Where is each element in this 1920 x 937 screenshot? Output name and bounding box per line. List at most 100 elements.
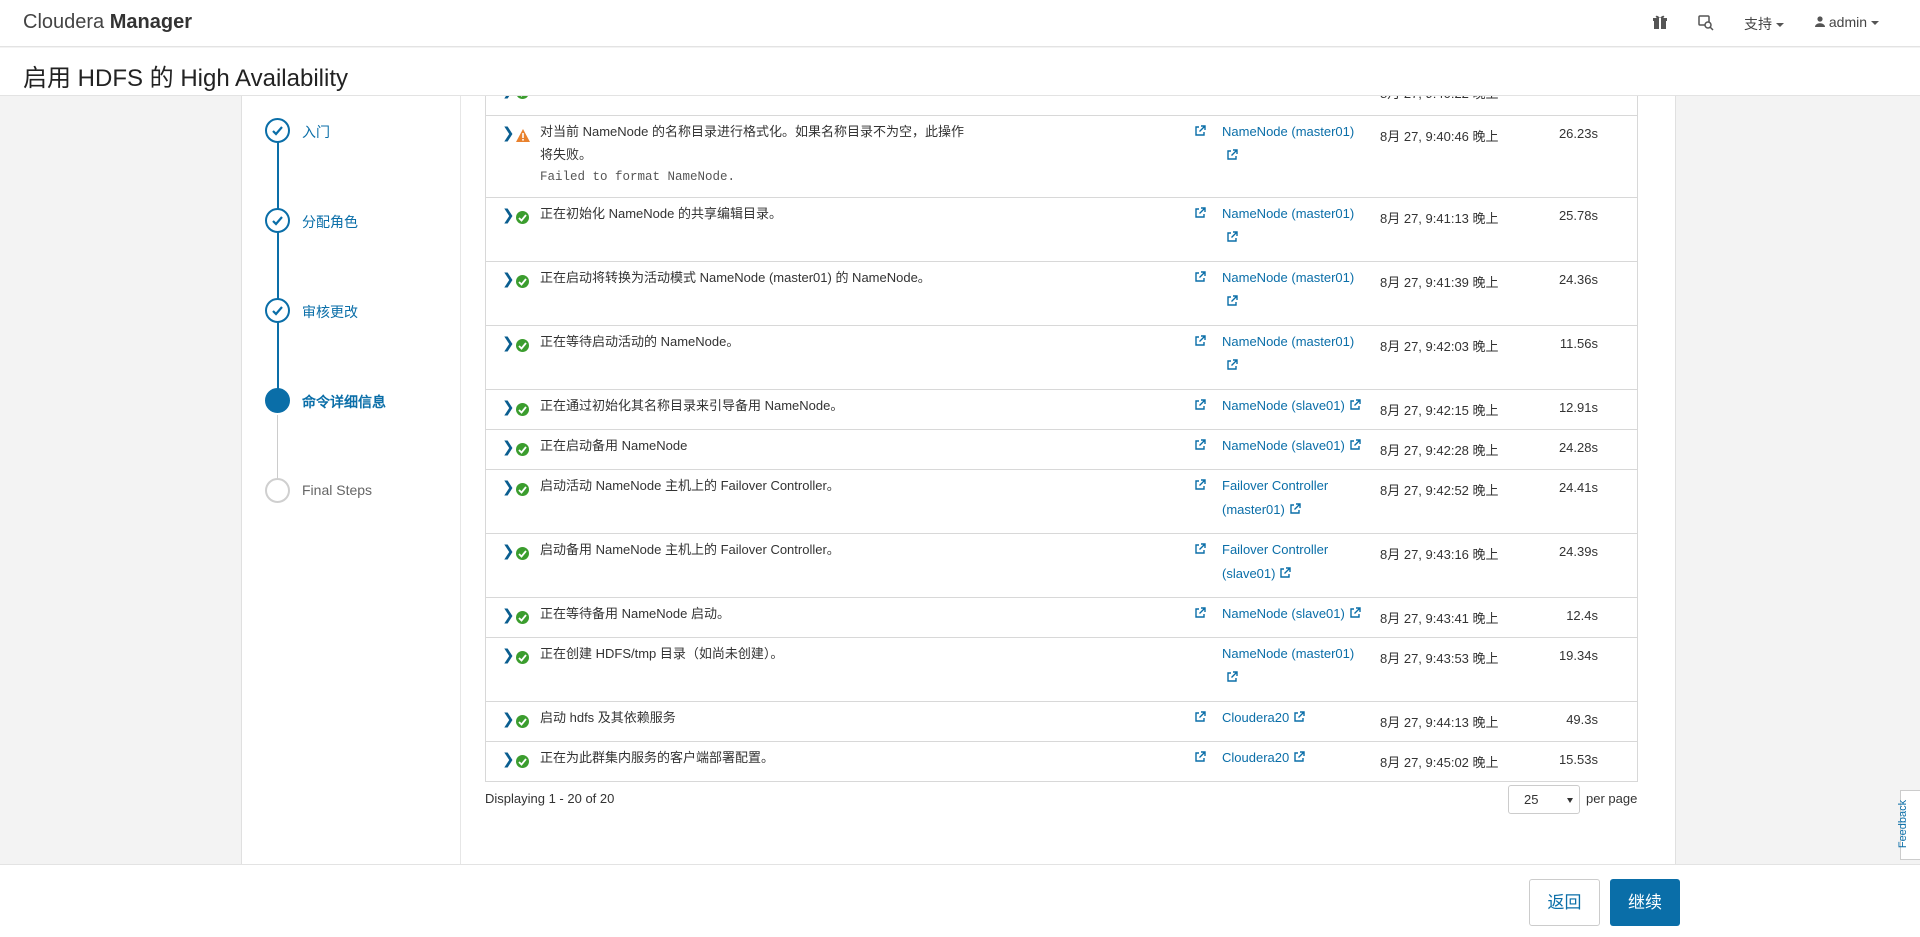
external-link-icon[interactable] [1194,543,1208,557]
command-start-time: 8月 27, 9:42:28 晚上 [1380,443,1499,458]
role-link-text: NameNode (slave01) [1222,438,1345,453]
external-link-icon[interactable] [1226,291,1239,306]
brand-logo[interactable]: Cloudera Manager [23,11,192,34]
step-label: 审核更改 [302,304,358,320]
command-description-text: 正在等待备用 NameNode 启动。 [540,606,730,621]
expand-chevron-icon[interactable]: ❯ [502,206,515,224]
external-link-icon[interactable] [1349,603,1362,618]
role-link[interactable]: Cloudera20 [1222,746,1367,770]
role-link[interactable]: NameNode (master01) [1222,330,1367,378]
role-link[interactable]: Failover Controller (master01) [1222,474,1367,522]
expand-chevron-icon[interactable]: ❯ [502,606,515,624]
command-start-time: 8月 27, 9:42:03 晚上 [1380,339,1499,354]
external-link-icon[interactable] [1194,207,1208,221]
per-page-select[interactable]: 25 [1508,785,1580,814]
back-button[interactable]: 返回 [1529,879,1600,926]
active-step-icon [265,388,290,413]
role-link[interactable]: Cloudera20 [1222,706,1367,730]
command-start-time: 8月 27, 9:42:15 晚上 [1380,403,1499,418]
command-row: ❯ 正在为此群集内服务的客户端部署配置。 Cloudera20 8月 27, 9:45… [486,741,1637,781]
command-duration: 11.56s [1559,336,1598,351]
expand-chevron-icon[interactable]: ❯ [502,646,515,664]
command-description: 正在启动 JournalNode [540,96,970,100]
command-row: ❯ 正在初始化 NameNode 的共享编辑目录。 NameNode (master… [486,197,1637,261]
command-description-text: 正在启动备用 NameNode [540,438,688,453]
role-link-text: NameNode (slave01) [1222,606,1345,621]
command-description: 正在通过初始化其名称目录来引导备用 NameNode。 [540,394,970,417]
external-link-icon[interactable] [1194,607,1208,621]
external-link-icon[interactable] [1289,499,1302,514]
success-check-icon [516,275,529,288]
external-link-icon[interactable] [1349,395,1362,410]
continue-button[interactable]: 继续 [1610,879,1680,926]
success-check-icon [516,403,529,416]
external-link-icon[interactable] [1226,355,1239,370]
command-duration: 15.53s [1558,752,1598,767]
expand-chevron-icon[interactable]: ❯ [502,750,515,768]
role-link[interactable]: NameNode (slave01) [1222,602,1367,626]
external-link-icon[interactable] [1293,747,1306,762]
search-history-icon[interactable] [1697,14,1715,32]
external-link-icon[interactable] [1194,399,1208,413]
user-menu[interactable]: admin [1815,14,1880,30]
caret-down-icon [1567,798,1573,803]
expand-chevron-icon[interactable]: ❯ [502,398,515,416]
external-link-icon[interactable] [1293,707,1306,722]
role-link[interactable]: Failover Controller (slave01) [1222,538,1367,586]
role-link[interactable]: NameNode (master01) [1222,642,1367,690]
expand-chevron-icon[interactable]: ❯ [502,334,515,352]
external-link-icon[interactable] [1279,563,1292,578]
external-link-icon[interactable] [1194,479,1208,493]
check-circle-icon [265,298,290,323]
expand-chevron-icon[interactable]: ❯ [502,124,515,142]
role-link[interactable]: NameNode (slave01) [1222,394,1367,418]
role-link[interactable]: NameNode (master01) [1222,120,1367,168]
command-table: ❯ 正在启动 JournalNode 8月 27, 9:40:22 晚上 24.37s… [485,96,1638,782]
command-row: ❯ 启动 hdfs 及其依赖服务 Cloudera20 8月 27, 9:44:13 … [486,701,1637,741]
feedback-label: Feedback [1897,799,1910,849]
external-link-icon[interactable] [1349,435,1362,450]
command-start-time: 8月 27, 9:41:39 晚上 [1380,275,1499,290]
expand-chevron-icon[interactable]: ❯ [502,478,515,496]
command-description-text: 正在为此群集内服务的客户端部署配置。 [540,750,775,765]
external-link-icon[interactable] [1194,125,1208,139]
support-menu[interactable]: 支持 [1744,14,1784,34]
external-link-icon[interactable] [1226,227,1239,242]
external-link-icon[interactable] [1226,667,1239,682]
external-link-icon[interactable] [1194,271,1208,285]
feedback-tab[interactable]: Feedback [1897,790,1920,860]
success-check-icon [516,483,529,496]
role-link-text: NameNode (master01) [1222,334,1355,349]
success-check-icon [516,715,529,728]
expand-chevron-icon[interactable]: ❯ [502,96,515,99]
role-link[interactable]: NameNode (slave01) [1222,434,1367,458]
expand-chevron-icon[interactable]: ❯ [502,438,515,456]
role-link[interactable]: NameNode (master01) [1222,266,1367,314]
role-link-text: NameNode (master01) [1222,646,1355,661]
command-description: 正在等待启动活动的 NameNode。 [540,330,970,353]
external-link-icon[interactable] [1226,145,1239,160]
gift-icon[interactable] [1652,14,1670,32]
role-link-text: NameNode (slave01) [1222,398,1345,413]
command-duration: 24.39s [1558,544,1598,559]
command-start-time: 8月 27, 9:45:02 晚上 [1380,755,1499,770]
external-link-icon[interactable] [1194,439,1208,453]
expand-chevron-icon[interactable]: ❯ [502,710,515,728]
chevron-down-icon [1776,23,1784,28]
command-start-time: 8月 27, 9:40:22 晚上 [1380,96,1499,102]
external-link-icon[interactable] [1194,335,1208,349]
wizard-panel: 入门 分配角色 审核更改 命令详细信息 Final Steps ❯ 正在启动 Jo… [241,96,1676,864]
expand-chevron-icon[interactable]: ❯ [502,270,515,288]
command-description: 正在创建 HDFS/tmp 目录（如尚未创建）。 [540,642,970,665]
role-link[interactable]: NameNode (master01) [1222,202,1367,250]
success-check-icon [516,211,529,224]
expand-chevron-icon[interactable]: ❯ [502,542,515,560]
command-start-time: 8月 27, 9:44:13 晚上 [1380,715,1499,730]
per-page-value: 25 [1524,792,1539,807]
command-description: 正在为此群集内服务的客户端部署配置。 [540,746,970,769]
external-link-icon[interactable] [1194,751,1208,765]
command-details-content: ❯ 正在启动 JournalNode 8月 27, 9:40:22 晚上 24.37s… [462,96,1675,864]
command-duration: 24.41s [1558,480,1598,495]
wizard-footer: 返回 继续 [0,864,1920,937]
external-link-icon[interactable] [1194,711,1208,725]
